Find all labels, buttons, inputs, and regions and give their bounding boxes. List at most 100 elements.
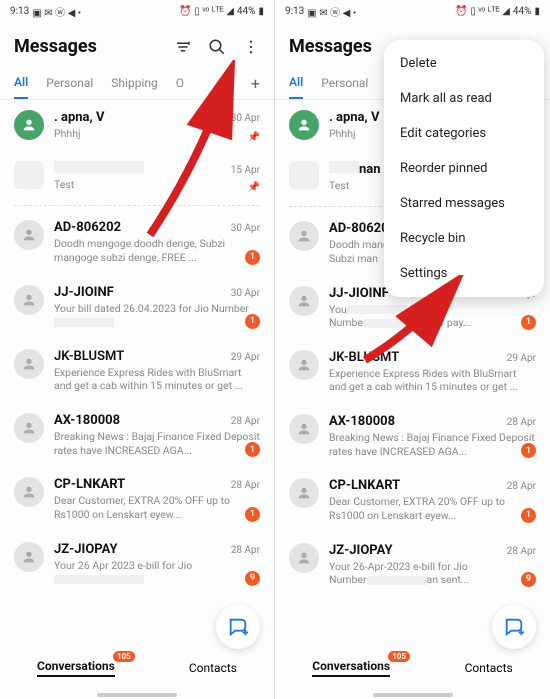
avatar [289, 350, 319, 380]
nav-count: 105 [388, 651, 410, 662]
status-battery: 44% [513, 6, 532, 17]
list-item[interactable]: JK-BLUSMT29 Apr Experience Express Rides… [275, 340, 550, 404]
menu-recycle-bin[interactable]: Recycle bin [384, 221, 544, 256]
avatar [14, 285, 44, 315]
bottom-nav: Conversations 105 Contacts [275, 651, 550, 685]
item-date: 28 Apr [231, 480, 260, 491]
status-time: 9:13 [285, 6, 304, 17]
avatar [289, 543, 319, 573]
tab-other[interactable]: O [176, 68, 184, 98]
item-title: JK-BLUSMT [54, 349, 124, 364]
item-date: 30 Apr [231, 288, 260, 299]
avatar [14, 542, 44, 572]
item-snippet: Breaking News : Bajaj Finance Fixed Depo… [54, 430, 260, 457]
item-snippet: Breaking News : Bajaj Finance Fixed Depo… [329, 431, 536, 458]
list-item[interactable]: JJ-JIOINF 30 Apr Your bill dated 26.04.20… [0, 275, 274, 339]
list-item[interactable]: JZ-JIOPAY 28 Apr Your 26 Apr 2023 e-bill … [0, 532, 274, 596]
item-title: JK-BLUSMT [329, 350, 399, 365]
list-item[interactable]: AX-180008 28 Apr Breaking News : Bajaj Fi… [275, 404, 550, 468]
item-title: CP-LNKART [329, 478, 400, 493]
nav-conversations[interactable]: Conversations 105 [312, 659, 390, 677]
avatar [289, 110, 319, 140]
compose-fab[interactable] [492, 605, 536, 649]
avatar [289, 414, 319, 444]
item-date: 30 Apr [231, 113, 260, 124]
more-icon[interactable] [242, 38, 260, 56]
pin-icon: 📌 [248, 132, 260, 143]
avatar [289, 286, 319, 316]
item-date: 28 Apr [507, 481, 536, 492]
pin-icon: 📌 [248, 182, 260, 193]
item-snippet: Test [54, 178, 260, 192]
menu-edit-categories[interactable]: Edit categories [384, 116, 544, 151]
status-icons-right: ⏰ ▯ ᵛᵒ ᴸᵀᴱ ◢ [179, 6, 234, 17]
status-icons-left: ▣ ✉ ⓦ ◀ • [32, 4, 81, 19]
item-snippet: Your 26-Apr-2023 e-bill for JioNumberan … [329, 560, 536, 587]
item-date: 28 Apr [231, 416, 260, 427]
item-snippet: Doodh mangoge doodh denge, Subzi mangoge… [54, 237, 260, 264]
avatar [14, 110, 44, 140]
list-item[interactable]: CP-LNKART28 Apr Dear Customer, EXTRA 20%… [0, 467, 274, 531]
item-snippet: Experience Express Rides with BluSmart a… [54, 366, 260, 393]
unread-badge: 9 [521, 572, 536, 587]
item-snippet: You for JioNumbee for pay... [329, 303, 536, 330]
tab-shipping[interactable]: Shipping [111, 68, 157, 98]
divider [14, 205, 260, 206]
item-title: JZ-JIOPAY [54, 542, 118, 557]
menu-reorder-pinned[interactable]: Reorder pinned [384, 151, 544, 186]
nav-count: 105 [113, 651, 135, 662]
item-date: 29 Apr [231, 352, 260, 363]
home-indicator [97, 693, 177, 697]
nav-contacts[interactable]: Contacts [189, 661, 237, 675]
avatar [289, 478, 319, 508]
unread-badge: 1 [521, 508, 536, 523]
unread-badge: 1 [521, 315, 536, 330]
item-title: . apna, V [54, 110, 104, 125]
item-date: 28 Apr [507, 546, 536, 557]
item-date: 28 Apr [231, 545, 260, 556]
status-battery: 44% [237, 6, 256, 17]
compose-fab[interactable] [216, 605, 260, 649]
filter-icon[interactable] [174, 38, 192, 56]
avatar [289, 161, 319, 189]
item-date: 15 Apr [231, 165, 260, 176]
avatar [14, 477, 44, 507]
phone-right: 9:13 ▣ ✉ ⓦ ◀ • ⏰ ▯ ᵛᵒ ᴸᵀᴱ ◢ 44% ▮ Messag… [275, 0, 550, 699]
list-item[interactable]: AX-18000828 Apr Breaking News : Bajaj Fi… [0, 403, 274, 467]
list-item[interactable]: JK-BLUSMT 29 Apr Experience Express Rides… [0, 339, 274, 403]
menu-settings[interactable]: Settings [384, 256, 544, 291]
item-date: 28 Apr [507, 417, 536, 428]
item-title: AX-180008 [329, 414, 395, 429]
tab-personal[interactable]: Personal [46, 68, 93, 98]
category-tabs: All Personal Shipping O + [0, 67, 274, 100]
phone-left: 9:13 ▣ ✉ ⓦ ◀ • ⏰ ▯ ᵛᵒ ᴸᵀᴱ ◢ 44% ▮ Messag… [0, 0, 275, 699]
item-snippet: Your bill dated 26.04.2023 for Jio Numbe… [54, 302, 260, 329]
tab-add[interactable]: + [251, 74, 260, 93]
search-icon[interactable] [208, 38, 226, 56]
nav-contacts[interactable]: Contacts [465, 661, 513, 675]
status-icons-right: ⏰ ▯ ᵛᵒ ᴸᵀᴱ ◢ [455, 6, 510, 17]
header: Messages [0, 22, 274, 67]
list-item[interactable]: 15 Apr Test 📌 [0, 151, 274, 202]
item-title: CP-LNKART [54, 477, 125, 492]
list-item[interactable]: . apna, V30 Apr Phhhj 📌 [0, 100, 274, 151]
item-title: JJ-JIOINF [54, 285, 114, 300]
nav-conversations[interactable]: Conversations 105 [37, 659, 115, 677]
list-item[interactable]: JZ-JIOPAY28 Apr Your 26-Apr-2023 e-bill … [275, 533, 550, 597]
menu-mark-read[interactable]: Mark all as read [384, 81, 544, 116]
list-item[interactable]: AD-80620230 Apr Doodh mangoge doodh deng… [0, 210, 274, 274]
page-title: Messages [289, 36, 372, 57]
home-indicator [373, 693, 453, 697]
conversation-list: . apna, V30 Apr Phhhj 📌 15 Apr Test 📌 AD… [0, 100, 274, 596]
bottom-nav: Conversations 105 Contacts [0, 651, 274, 685]
tab-personal[interactable]: Personal [321, 68, 368, 98]
avatar [14, 349, 44, 379]
menu-delete[interactable]: Delete [384, 46, 544, 81]
tab-all[interactable]: All [14, 67, 28, 99]
menu-starred[interactable]: Starred messages [384, 186, 544, 221]
item-date: 29 Apr [507, 353, 536, 364]
unread-badge: 1 [245, 507, 260, 522]
list-item[interactable]: CP-LNKART28 Apr Dear Customer, EXTRA 20%… [275, 468, 550, 532]
item-snippet: Your 26 Apr 2023 e-bill for Jio [54, 559, 260, 586]
tab-all[interactable]: All [289, 67, 303, 99]
